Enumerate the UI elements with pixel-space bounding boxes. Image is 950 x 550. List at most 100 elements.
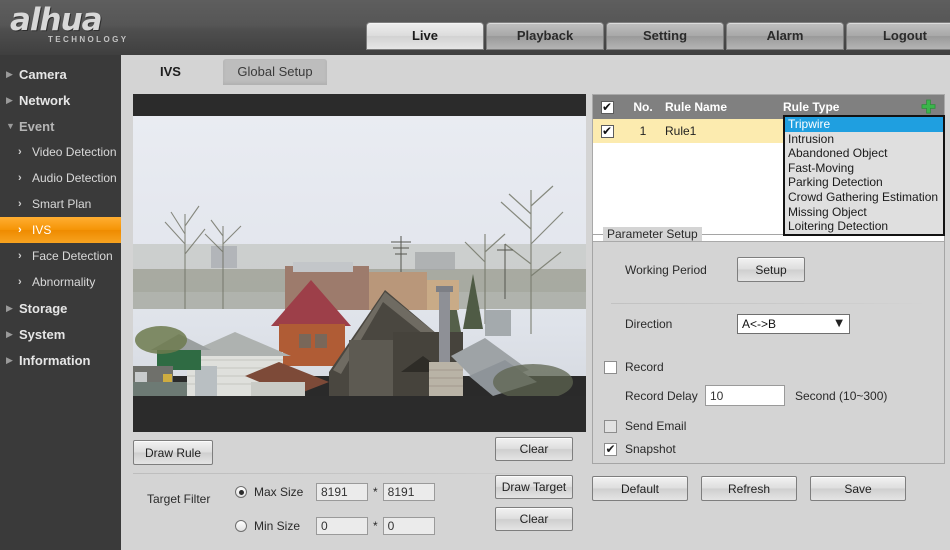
divider <box>611 303 929 304</box>
row-rule-name[interactable]: Rule1 <box>665 124 783 138</box>
max-size-radio[interactable] <box>235 486 247 498</box>
letterbox-top <box>133 94 586 116</box>
select-all-cell: ✔ <box>593 100 621 114</box>
direction-row: Direction A<->B ▼ <box>625 314 850 334</box>
min-size-radio[interactable] <box>235 520 247 532</box>
min-size-width-input[interactable]: 0 <box>316 517 368 535</box>
dropdown-option-tripwire[interactable]: Tripwire <box>785 117 943 132</box>
dropdown-option-loitering-detection[interactable]: Loitering Detection <box>785 219 943 234</box>
caret-right-icon: ▶ <box>6 354 13 365</box>
multiply-symbol: * <box>373 485 378 499</box>
parameter-setup-section: Parameter Setup Working Period Setup Dir… <box>592 227 945 464</box>
dropdown-option-abandoned-object[interactable]: Abandoned Object <box>785 146 943 161</box>
tab-ivs[interactable]: IVS <box>121 59 220 85</box>
sidebar-item-label: Smart Plan <box>32 197 92 211</box>
chevron-right-icon: › <box>18 171 22 184</box>
dahua-web-ui: Store Setup Ali alhua TECHNOLOGY Live Pl… <box>0 0 950 550</box>
logo-wordmark: alhua <box>10 2 103 38</box>
app-header: alhua TECHNOLOGY Live Playback Setting A… <box>0 0 950 55</box>
dropdown-option-missing-object[interactable]: Missing Object <box>785 205 943 220</box>
sidebar-item-information[interactable]: ▶ Information <box>0 347 121 373</box>
send-email-checkbox[interactable] <box>604 419 617 433</box>
sidebar-item-smart-plan[interactable]: › Smart Plan <box>0 191 121 217</box>
sidebar-item-ivs[interactable]: › IVS <box>0 217 121 243</box>
sidebar-navigation: ▶ Camera ▶ Network ▼ Event › Video Detec… <box>0 55 122 550</box>
add-rule-icon[interactable] <box>921 99 936 114</box>
row-checkbox[interactable]: ✔ <box>600 124 614 138</box>
sidebar-item-abnormality[interactable]: › Abnormality <box>0 269 121 295</box>
top-tab-playback[interactable]: Playback <box>486 22 604 50</box>
sidebar-item-face-detection[interactable]: › Face Detection <box>0 243 121 269</box>
save-button[interactable]: Save <box>810 476 906 501</box>
top-tab-logout[interactable]: Logout <box>846 22 950 50</box>
ivs-panel: Draw Rule Target Filter Max Size 8191 * … <box>127 85 945 545</box>
draw-rule-button[interactable]: Draw Rule <box>133 440 213 465</box>
send-email-label: Send Email <box>625 419 687 433</box>
dropdown-option-fast-moving[interactable]: Fast-Moving <box>785 161 943 176</box>
max-size-label: Max Size <box>254 485 304 499</box>
dropdown-option-parking-detection[interactable]: Parking Detection <box>785 175 943 190</box>
column-header-no: No. <box>633 100 653 114</box>
sidebar-item-event[interactable]: ▼ Event <box>0 113 121 139</box>
refresh-button[interactable]: Refresh <box>701 476 797 501</box>
record-delay-row: Record Delay 10 Second (10~300) <box>625 385 887 406</box>
caret-right-icon: ▶ <box>6 328 13 339</box>
chevron-right-icon: › <box>18 145 22 158</box>
direction-select[interactable]: A<->B ▼ <box>737 314 850 334</box>
record-delay-unit: Second (10~300) <box>795 388 888 403</box>
sidebar-item-system[interactable]: ▶ System <box>0 321 121 347</box>
record-label: Record <box>625 360 664 374</box>
row-number: 1 <box>639 124 647 138</box>
target-filter-label: Target Filter <box>147 492 211 506</box>
dropdown-option-crowd-gathering-estimation[interactable]: Crowd Gathering Estimation <box>785 190 943 205</box>
send-email-row: Send Email <box>604 419 686 433</box>
video-preview[interactable] <box>133 94 586 432</box>
draw-target-button[interactable]: Draw Target <box>495 475 573 499</box>
clear-target-button[interactable]: Clear <box>495 507 573 531</box>
dropdown-option-intrusion[interactable]: Intrusion <box>785 132 943 147</box>
rule-type-dropdown-list[interactable]: Tripwire Intrusion Abandoned Object Fast… <box>783 115 945 236</box>
caret-down-icon: ▼ <box>6 120 15 131</box>
column-header-rule-name: Rule Name <box>665 100 728 114</box>
select-all-checkbox[interactable]: ✔ <box>600 100 614 114</box>
sidebar-item-label: IVS <box>32 223 52 237</box>
caret-right-icon: ▶ <box>6 68 13 79</box>
tab-global-setup[interactable]: Global Setup <box>223 59 327 85</box>
max-size-height-input[interactable]: 8191 <box>382 483 435 501</box>
chevron-right-icon: › <box>18 223 22 236</box>
parameter-setup-legend: Parameter Setup <box>603 227 702 241</box>
min-size-height-input[interactable]: 0 <box>382 517 435 535</box>
sidebar-item-label: Storage <box>19 300 68 316</box>
sidebar-item-storage[interactable]: ▶ Storage <box>0 295 121 321</box>
clear-rule-button[interactable]: Clear <box>495 437 573 461</box>
sidebar-item-label: Information <box>19 352 91 368</box>
logo-tagline: TECHNOLOGY <box>48 35 129 44</box>
sidebar-item-audio-detection[interactable]: › Audio Detection <box>0 165 121 191</box>
right-action-buttons: Clear Draw Target Clear <box>495 437 573 539</box>
chevron-down-icon: ▼ <box>835 318 843 329</box>
direction-label: Direction <box>625 317 673 331</box>
chevron-right-icon: › <box>18 197 22 210</box>
record-delay-input[interactable]: 10 <box>705 385 785 406</box>
top-tab-alarm[interactable]: Alarm <box>726 22 844 50</box>
top-tab-live[interactable]: Live <box>366 22 484 50</box>
default-button[interactable]: Default <box>592 476 688 501</box>
snapshot-label: Snapshot <box>625 442 676 456</box>
working-period-setup-button[interactable]: Setup <box>737 257 805 282</box>
snapshot-row: ✔ Snapshot <box>604 442 676 456</box>
sidebar-item-label: Video Detection <box>32 145 117 159</box>
sidebar-item-label: Event <box>19 118 55 134</box>
chevron-right-icon: › <box>18 249 22 262</box>
top-tab-setting[interactable]: Setting <box>606 22 724 50</box>
sidebar-item-camera[interactable]: ▶ Camera <box>0 61 121 87</box>
record-delay-label: Record Delay <box>625 388 698 403</box>
record-checkbox[interactable] <box>604 360 617 374</box>
chevron-right-icon: › <box>18 275 22 288</box>
max-size-row: Max Size 8191 * 8191 <box>235 479 435 505</box>
scene-graphic <box>133 185 586 400</box>
max-size-width-input[interactable]: 8191 <box>316 483 368 501</box>
content-area: IVS Global Setup Draw Rule Target Filter… <box>121 55 950 550</box>
snapshot-checkbox[interactable]: ✔ <box>604 442 617 456</box>
sidebar-item-network[interactable]: ▶ Network <box>0 87 121 113</box>
sidebar-item-video-detection[interactable]: › Video Detection <box>0 139 121 165</box>
